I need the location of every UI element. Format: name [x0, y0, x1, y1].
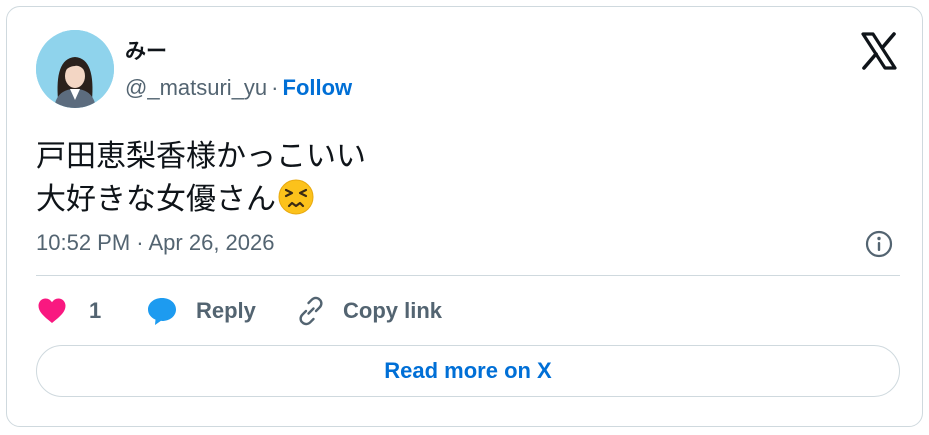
x-logo-icon[interactable] [859, 31, 899, 71]
tweet-text-line-2-content: 大好きな女優さん [36, 182, 276, 217]
like-button[interactable]: 1 [37, 291, 101, 331]
copy-link-label: Copy link [343, 298, 443, 323]
like-count: 1 [89, 298, 102, 323]
follow-button[interactable]: Follow [283, 75, 353, 100]
user-handle[interactable]: @_matsuri_yu [125, 75, 267, 100]
heart-icon [38, 298, 66, 323]
tweet-embed-card: みー @_matsuri_yu · Follow 戸田恵梨香様かっこいい 大好きな女… [6, 6, 923, 427]
persevering-face-emoji-icon [278, 179, 314, 215]
reply-button[interactable]: Reply [146, 291, 256, 331]
info-icon[interactable] [864, 229, 894, 259]
tweet-timestamp[interactable]: 10:52 PM · Apr 26, 2026 [36, 230, 275, 256]
copy-link-button[interactable]: Copy link [295, 291, 442, 331]
separator-dot: · [271, 75, 279, 100]
read-more-button[interactable]: Read more on X [36, 345, 900, 397]
divider [36, 275, 900, 276]
link-icon [299, 296, 323, 326]
display-name[interactable]: みー [125, 35, 167, 65]
reply-bubble-icon [148, 298, 176, 325]
read-more-label: Read more on X [384, 358, 552, 383]
handle-row: @_matsuri_yu · Follow [125, 75, 352, 101]
tweet-text-line-2: 大好きな女優さん [36, 178, 366, 221]
tweet-text-line-1: 戸田恵梨香様かっこいい [36, 139, 366, 174]
avatar[interactable] [36, 30, 114, 108]
reply-label: Reply [196, 298, 256, 323]
tweet-text: 戸田恵梨香様かっこいい 大好きな女優さん [36, 135, 366, 221]
